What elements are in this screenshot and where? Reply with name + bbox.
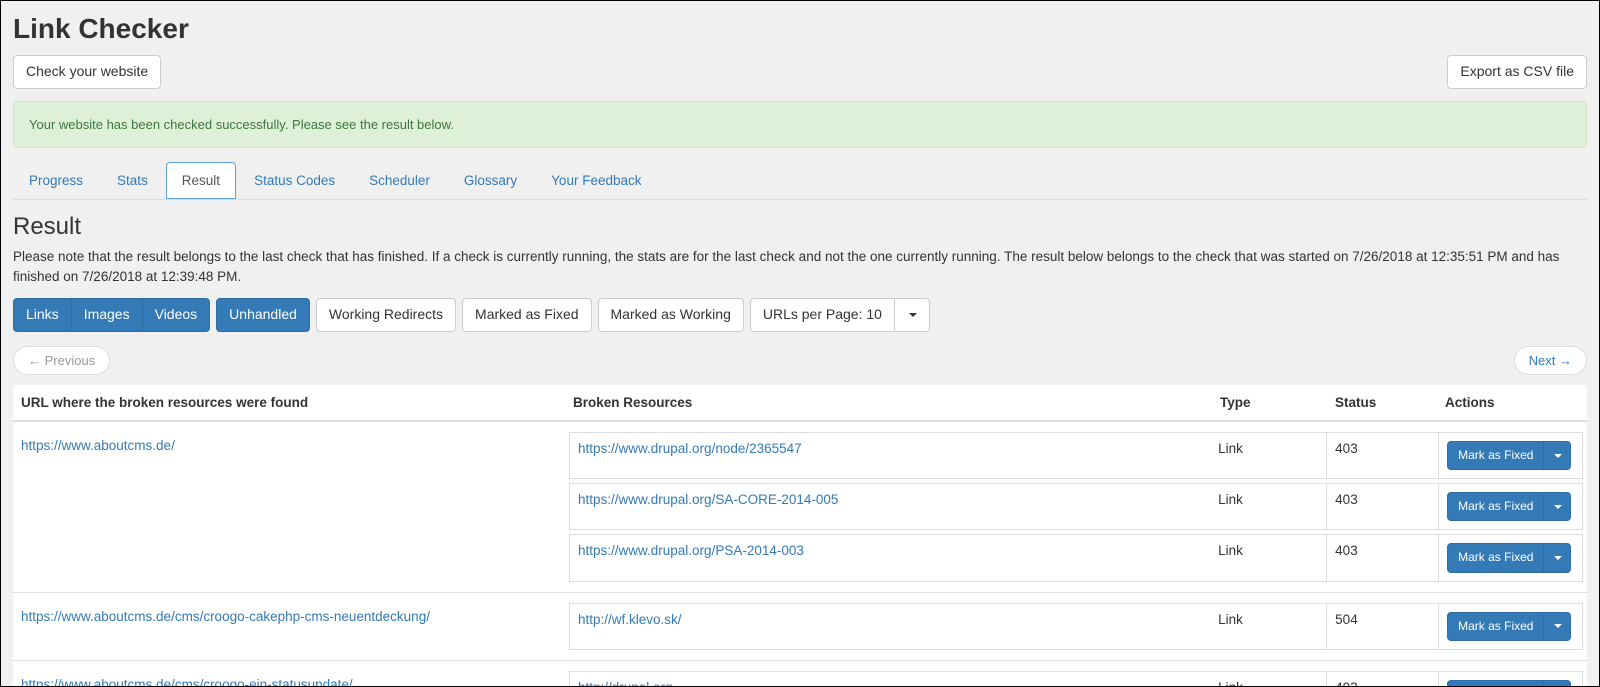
table-row: https://www.aboutcms.de/https://www.drup… bbox=[13, 421, 1587, 592]
next-page-button[interactable]: Next → bbox=[1514, 346, 1587, 375]
mark-as-fixed-dropdown[interactable] bbox=[1543, 680, 1571, 687]
mark-as-fixed-dropdown[interactable] bbox=[1543, 612, 1571, 641]
source-url-link[interactable]: https://www.aboutcms.de/ bbox=[21, 438, 175, 453]
source-url-link[interactable]: https://www.aboutcms.de/cms/croogo-ein-s… bbox=[21, 677, 353, 687]
broken-url-link[interactable]: https://www.drupal.org/PSA-2014-003 bbox=[578, 543, 804, 558]
tab-result[interactable]: Result bbox=[166, 162, 236, 199]
resource-type: Link bbox=[1210, 432, 1327, 479]
mark-as-fixed-button[interactable]: Mark as Fixed bbox=[1447, 680, 1544, 687]
mark-as-fixed-dropdown[interactable] bbox=[1543, 492, 1571, 521]
chevron-down-icon bbox=[1554, 556, 1562, 560]
resource-status: 403 bbox=[1327, 671, 1439, 687]
filter-unhandled-button[interactable]: Unhandled bbox=[216, 298, 310, 332]
table-row: https://www.aboutcms.de/cms/croogo-ein-s… bbox=[13, 660, 1587, 687]
urls-per-page-dropdown[interactable] bbox=[894, 298, 930, 332]
col-broken: Broken Resources bbox=[565, 385, 1212, 421]
mark-as-fixed-dropdown[interactable] bbox=[1543, 543, 1571, 572]
filter-images-button[interactable]: Images bbox=[71, 298, 143, 332]
tab-status-codes[interactable]: Status Codes bbox=[238, 162, 351, 199]
page-title: Link Checker bbox=[13, 13, 1587, 45]
resource-type: Link bbox=[1210, 603, 1327, 650]
chevron-down-icon bbox=[1554, 454, 1562, 458]
chevron-down-icon bbox=[1554, 505, 1562, 509]
tab-stats[interactable]: Stats bbox=[101, 162, 164, 199]
filter-videos-button[interactable]: Videos bbox=[142, 298, 211, 332]
results-table: URL where the broken resources were foun… bbox=[13, 385, 1587, 687]
broken-resource-row: http://wf.klevo.sk/Link504 Mark as Fixed bbox=[569, 603, 1583, 650]
tab-progress[interactable]: Progress bbox=[13, 162, 99, 199]
col-actions: Actions bbox=[1437, 385, 1587, 421]
filter-toolbar: Links Images Videos Unhandled Working Re… bbox=[13, 298, 1587, 332]
previous-page-button: ← Previous bbox=[13, 346, 110, 375]
success-alert: Your website has been checked successful… bbox=[13, 101, 1587, 148]
main-tabs: Progress Stats Result Status Codes Sched… bbox=[13, 162, 1587, 200]
resource-type: Link bbox=[1210, 671, 1327, 687]
urls-per-page-button[interactable]: URLs per Page: 10 bbox=[750, 298, 895, 332]
broken-url-link[interactable]: http://drupal.org bbox=[578, 680, 673, 687]
export-csv-button[interactable]: Export as CSV file bbox=[1447, 55, 1587, 89]
tab-feedback[interactable]: Your Feedback bbox=[535, 162, 657, 199]
resource-status: 504 bbox=[1327, 603, 1439, 650]
filter-marked-fixed-button[interactable]: Marked as Fixed bbox=[462, 298, 591, 332]
table-row: https://www.aboutcms.de/cms/croogo-cakep… bbox=[13, 592, 1587, 660]
tab-scheduler[interactable]: Scheduler bbox=[353, 162, 446, 199]
filter-links-button[interactable]: Links bbox=[13, 298, 72, 332]
broken-resource-row: https://www.drupal.org/SA-CORE-2014-005 L… bbox=[569, 483, 1583, 530]
mark-as-fixed-button[interactable]: Mark as Fixed bbox=[1447, 441, 1544, 470]
mark-as-fixed-button[interactable]: Mark as Fixed bbox=[1447, 492, 1544, 521]
chevron-down-icon bbox=[1554, 624, 1562, 628]
broken-url-link[interactable]: https://www.drupal.org/SA-CORE-2014-005 bbox=[578, 492, 838, 507]
filter-working-redirects-button[interactable]: Working Redirects bbox=[316, 298, 456, 332]
tab-glossary[interactable]: Glossary bbox=[448, 162, 533, 199]
broken-resource-row: https://www.drupal.org/node/2365547 Link4… bbox=[569, 432, 1583, 479]
col-type: Type bbox=[1212, 385, 1327, 421]
resource-type: Link bbox=[1210, 534, 1327, 581]
resource-status: 403 bbox=[1327, 534, 1439, 581]
resource-status: 403 bbox=[1327, 483, 1439, 530]
broken-resource-row: https://www.drupal.org/PSA-2014-003 Link4… bbox=[569, 534, 1583, 581]
mark-as-fixed-button[interactable]: Mark as Fixed bbox=[1447, 543, 1544, 572]
resource-status: 403 bbox=[1327, 432, 1439, 479]
result-heading: Result bbox=[13, 213, 1587, 241]
result-description: Please note that the result belongs to t… bbox=[13, 247, 1587, 286]
mark-as-fixed-dropdown[interactable] bbox=[1543, 441, 1571, 470]
col-status: Status bbox=[1327, 385, 1437, 421]
resource-type: Link bbox=[1210, 483, 1327, 530]
mark-as-fixed-button[interactable]: Mark as Fixed bbox=[1447, 612, 1544, 641]
chevron-down-icon bbox=[909, 313, 917, 317]
col-source: URL where the broken resources were foun… bbox=[13, 385, 565, 421]
broken-url-link[interactable]: https://www.drupal.org/node/2365547 bbox=[578, 441, 802, 456]
check-website-button[interactable]: Check your website bbox=[13, 55, 161, 89]
filter-marked-working-button[interactable]: Marked as Working bbox=[598, 298, 744, 332]
source-url-link[interactable]: https://www.aboutcms.de/cms/croogo-cakep… bbox=[21, 609, 430, 624]
broken-url-link[interactable]: http://wf.klevo.sk/ bbox=[578, 612, 682, 627]
broken-resource-row: http://drupal.org Link403 Mark as Fixed bbox=[569, 671, 1583, 687]
